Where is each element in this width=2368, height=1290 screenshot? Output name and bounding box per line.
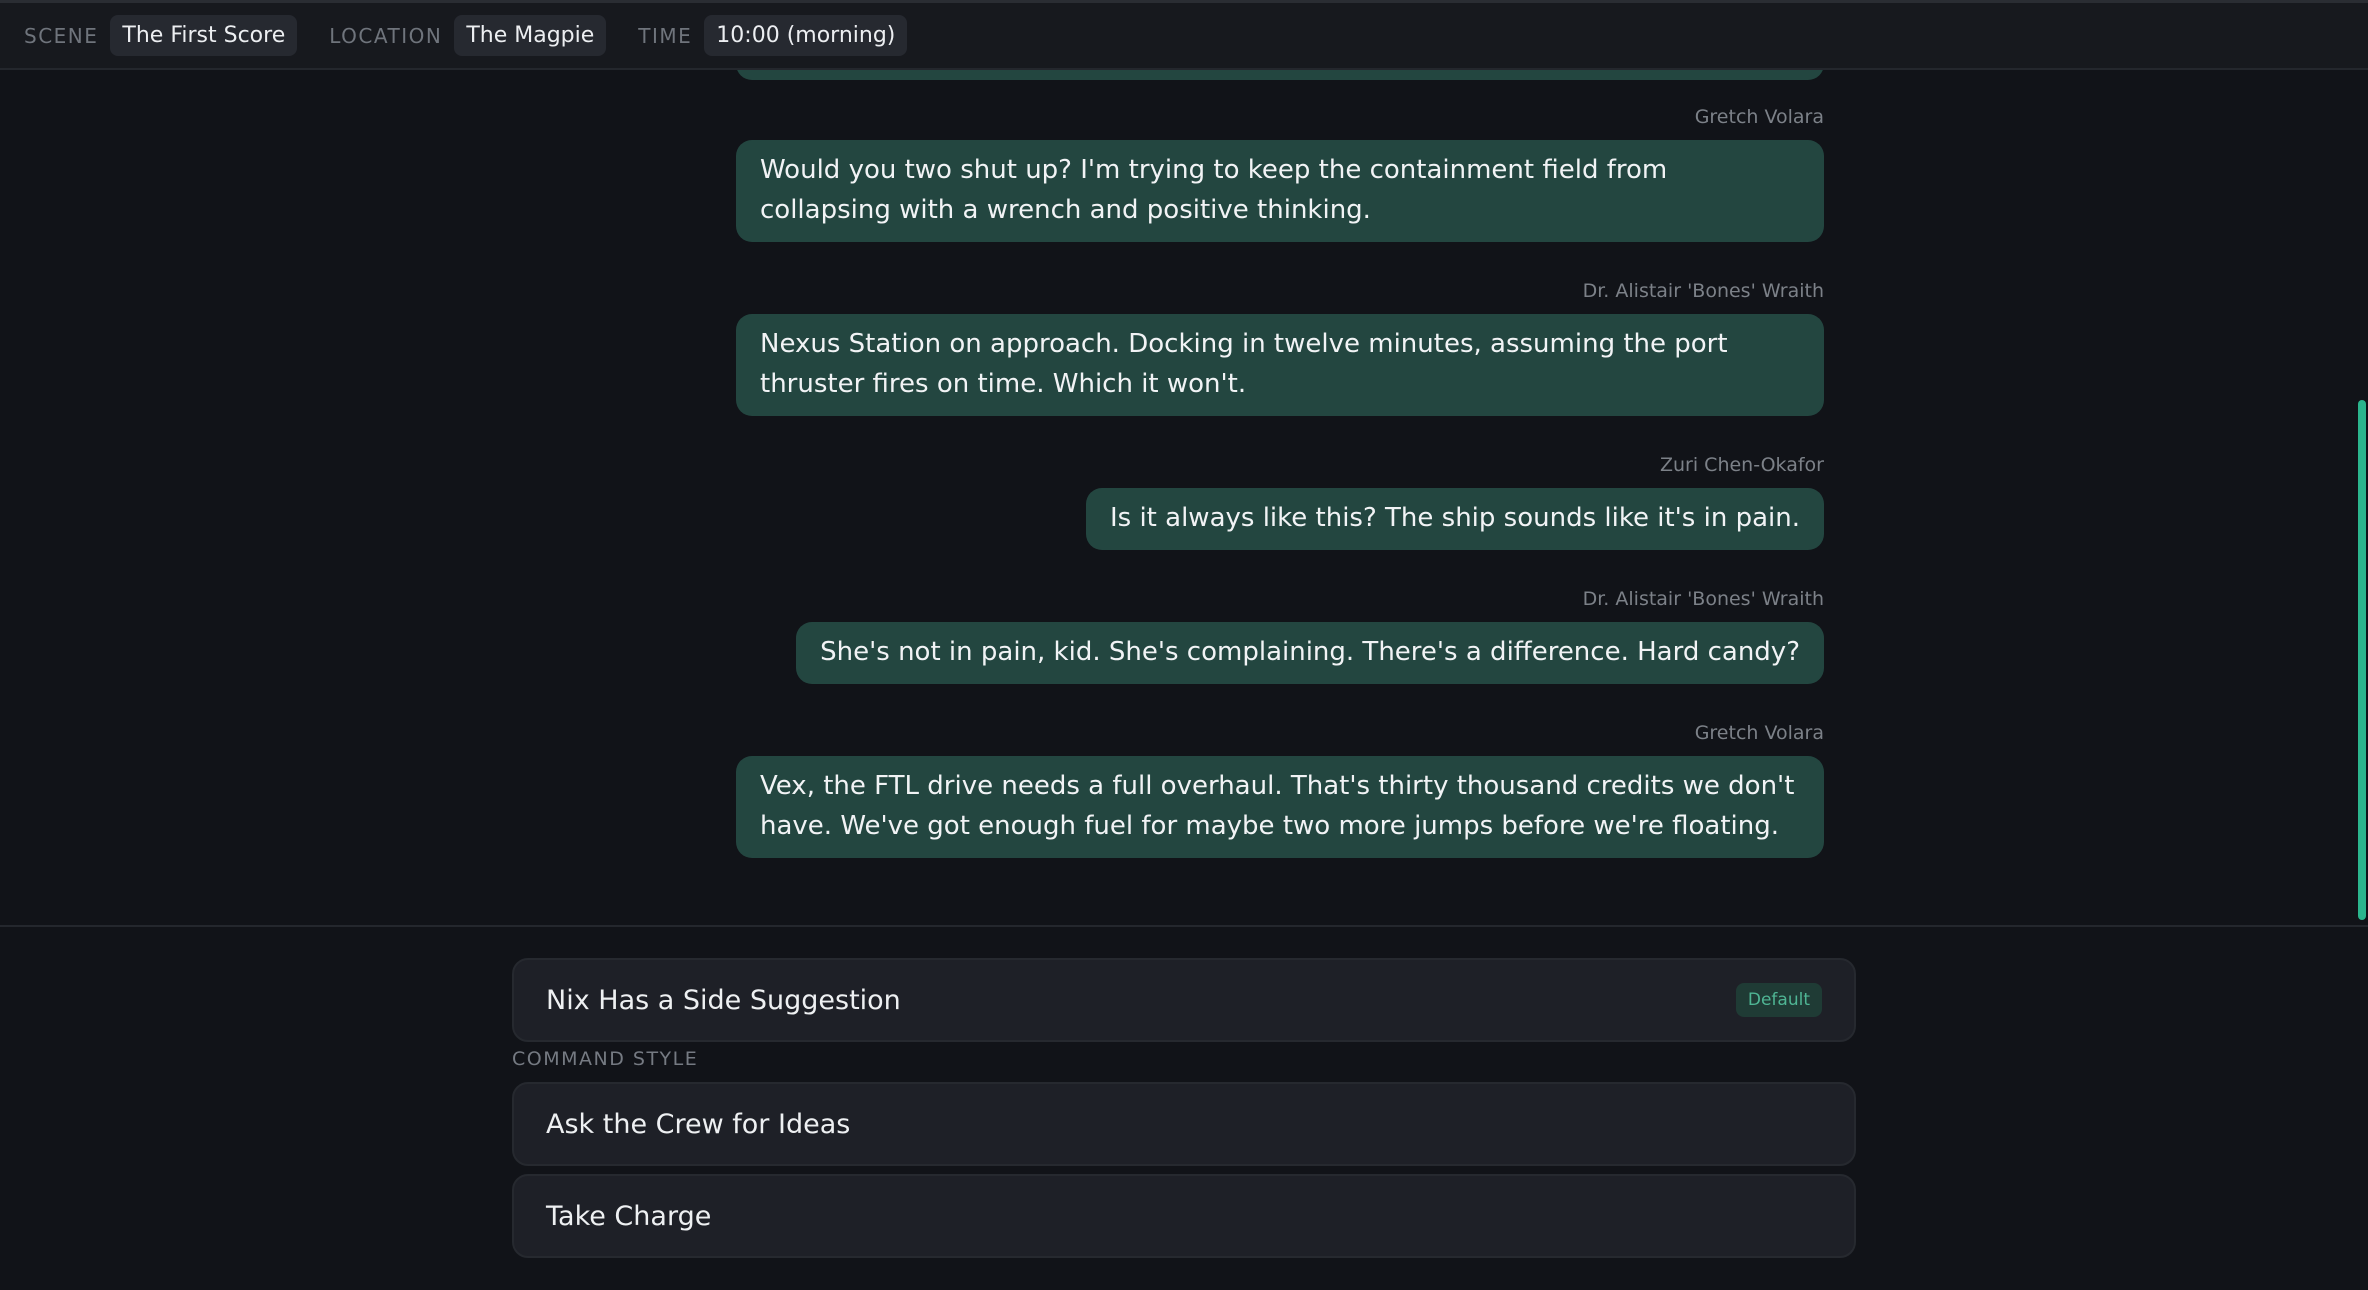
location-value: The Magpie: [454, 15, 607, 56]
message-bubble: Would you two shut up? I'm trying to kee…: [736, 140, 1824, 242]
scene-meta: SCENE The First Score: [24, 15, 298, 56]
section-label: COMMAND STYLE: [512, 1048, 699, 1070]
choice-panel: Nix Has a Side Suggestion Default COMMAN…: [512, 958, 1856, 1258]
message-sender: Dr. Alistair 'Bones' Wraith: [1582, 280, 1824, 302]
message-sender: Gretch Volara: [1694, 722, 1824, 744]
time-value: 10:00 (morning): [704, 15, 908, 56]
time-meta: TIME 10:00 (morning): [638, 15, 908, 56]
message: Gretch Volara Would you two shut up? I'm…: [736, 106, 1824, 242]
message-bubble: Nexus Station on approach. Docking in tw…: [736, 314, 1824, 416]
choice-take-charge[interactable]: Take Charge: [512, 1174, 1856, 1258]
message: Dr. Alistair 'Bones' Wraith She's not in…: [796, 588, 1824, 684]
default-badge: Default: [1735, 983, 1822, 1017]
message-bubble: Is it always like this? The ship sounds …: [1085, 488, 1824, 550]
location-meta: LOCATION The Magpie: [329, 15, 607, 56]
message-sender: Zuri Chen-Okafor: [1659, 454, 1824, 476]
previous-message-bubble: [736, 70, 1824, 80]
choice-label: Nix Has a Side Suggestion: [546, 984, 901, 1016]
chat-scrollbar-thumb[interactable]: [2358, 400, 2366, 920]
scene-value: The First Score: [110, 15, 298, 56]
choice-ask-crew[interactable]: Ask the Crew for Ideas: [512, 1082, 1856, 1166]
chat-log[interactable]: Gretch Volara Would you two shut up? I'm…: [0, 70, 2368, 926]
message-bubble: Vex, the FTL drive needs a full overhaul…: [736, 756, 1824, 858]
choice-nix-side-suggestion[interactable]: Nix Has a Side Suggestion Default: [512, 958, 1856, 1042]
location-label: LOCATION: [329, 23, 443, 48]
time-label: TIME: [638, 23, 693, 48]
scene-label: SCENE: [24, 23, 99, 48]
message-sender: Gretch Volara: [1694, 106, 1824, 128]
message-bubble: She's not in pain, kid. She's complainin…: [796, 622, 1824, 684]
divider: [0, 925, 2368, 927]
message-sender: Dr. Alistair 'Bones' Wraith: [1582, 588, 1824, 610]
message: Zuri Chen-Okafor Is it always like this?…: [1085, 454, 1824, 550]
message: Dr. Alistair 'Bones' Wraith Nexus Statio…: [736, 280, 1824, 416]
choice-label: Take Charge: [546, 1200, 712, 1232]
message: Gretch Volara Vex, the FTL drive needs a…: [736, 722, 1824, 858]
choice-label: Ask the Crew for Ideas: [546, 1108, 851, 1140]
scene-header: SCENE The First Score LOCATION The Magpi…: [0, 0, 2368, 70]
